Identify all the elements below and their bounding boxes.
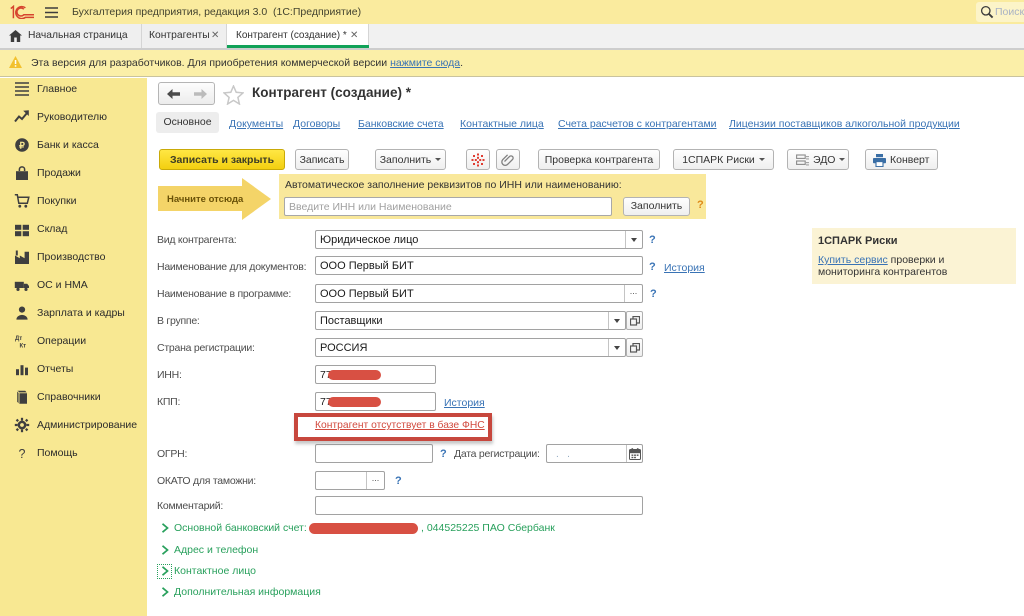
svg-text:Дт: Дт [15, 336, 22, 342]
svg-text:?: ? [19, 447, 26, 461]
svg-text:Кт: Кт [20, 343, 27, 349]
svg-text:₽: ₽ [19, 140, 25, 150]
